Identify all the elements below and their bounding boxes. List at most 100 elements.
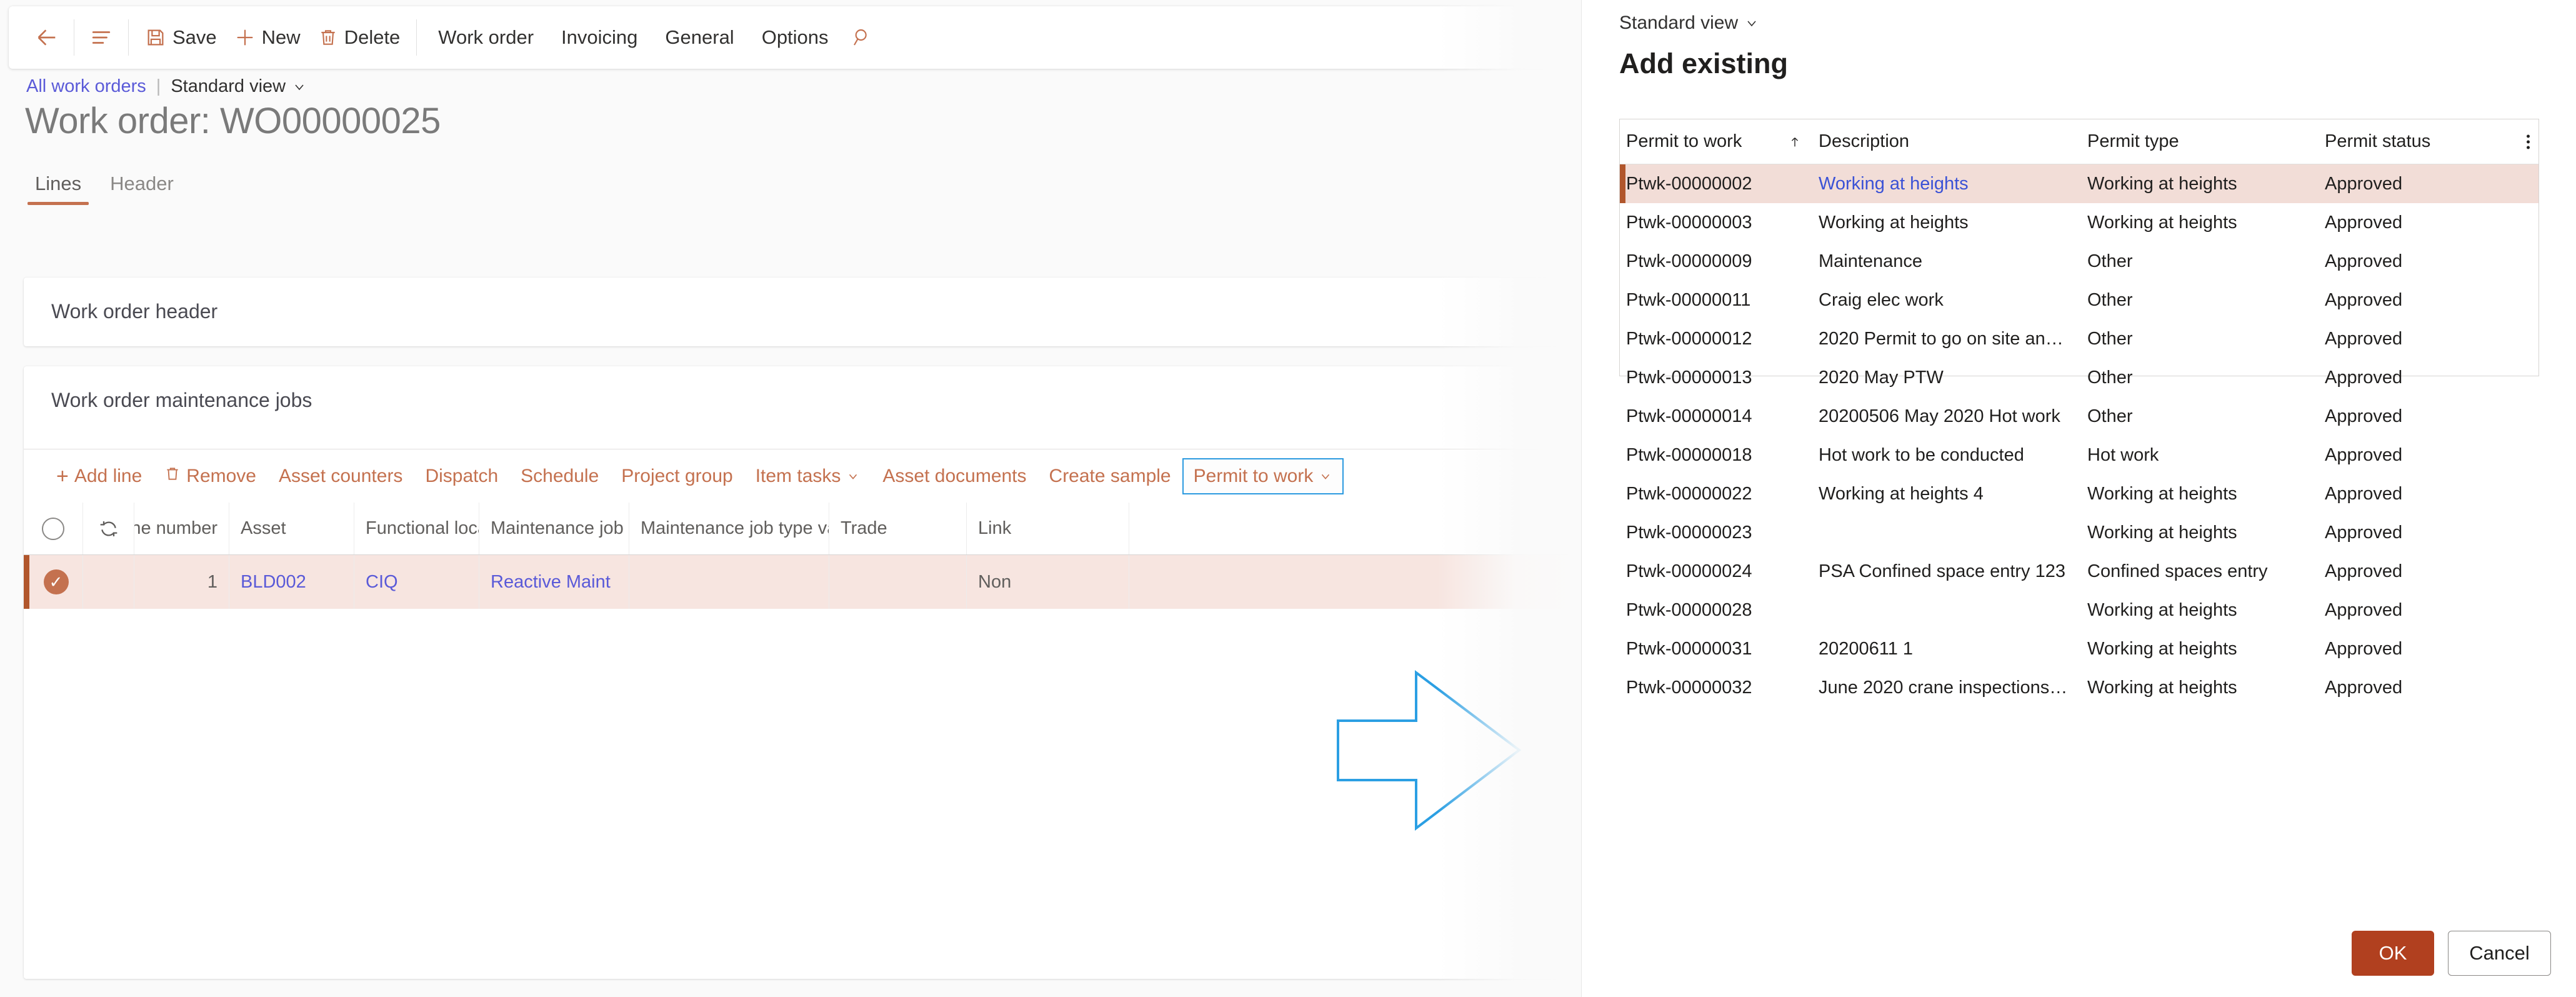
row-selection-marker bbox=[24, 555, 29, 609]
view-selector[interactable]: Standard view bbox=[171, 76, 307, 97]
project-group-button[interactable]: Project group bbox=[610, 458, 744, 494]
tab-header[interactable]: Header bbox=[100, 168, 184, 206]
table-row[interactable]: Ptwk-00000012 2020 Permit to go on site … bbox=[1620, 319, 2539, 358]
col-link[interactable]: Link bbox=[967, 503, 1129, 554]
col-permit-to-work[interactable]: Permit to work bbox=[1620, 131, 1776, 152]
lines-data-grid: Line number Asset Functional location Ma… bbox=[24, 503, 1581, 609]
show-navigation-button[interactable] bbox=[82, 18, 121, 57]
table-row[interactable]: Ptwk-00000018 Hot work to be conducted H… bbox=[1620, 436, 2539, 474]
search-icon bbox=[852, 28, 872, 48]
asset-documents-button[interactable]: Asset documents bbox=[871, 458, 1037, 494]
table-row[interactable]: Ptwk-00000009 Maintenance Other Approved bbox=[1620, 242, 2539, 281]
cancel-button[interactable]: Cancel bbox=[2448, 931, 2551, 976]
table-row[interactable]: Ptwk-00000014 20200506 May 2020 Hot work… bbox=[1620, 397, 2539, 436]
sort-ascending-icon[interactable] bbox=[1776, 134, 1814, 150]
menu-options[interactable]: Options bbox=[748, 18, 842, 57]
cell-asset[interactable]: BLD002 bbox=[229, 555, 354, 609]
cell-permit-to-work: Ptwk-00000003 bbox=[1626, 212, 1752, 233]
table-row[interactable]: Ptwk-00000013 2020 May PTW Other Approve… bbox=[1620, 358, 2539, 397]
table-row[interactable]: Ptwk-00000022 Working at heights 4 Worki… bbox=[1620, 474, 2539, 513]
table-row[interactable]: ✓ 1 BLD002 CIQ Reactive Maint Non bbox=[24, 555, 1581, 609]
add-line-button[interactable]: + Add line bbox=[45, 458, 153, 494]
cell-permit-type: Other bbox=[2087, 328, 2133, 349]
col-maintenance-job-type-variant[interactable]: Maintenance job type variant bbox=[629, 503, 829, 554]
cell-description: 2020 Permit to go on site an… bbox=[1819, 328, 2064, 349]
cell-permit-to-work: Ptwk-00000012 bbox=[1626, 328, 1752, 349]
permit-to-work-button[interactable]: Permit to work bbox=[1182, 458, 1344, 494]
ok-button[interactable]: OK bbox=[2352, 931, 2434, 976]
grid-toolbar: + Add line Remove Asset counters Dispatc… bbox=[24, 449, 1581, 503]
refresh-cell[interactable] bbox=[83, 503, 134, 554]
col-permit-type[interactable]: Permit type bbox=[2082, 131, 2320, 152]
table-row[interactable]: Ptwk-00000003 Working at heights Working… bbox=[1620, 203, 2539, 242]
dialog-view-selector[interactable]: Standard view bbox=[1619, 13, 1759, 34]
remove-button[interactable]: Remove bbox=[153, 458, 267, 494]
table-row[interactable]: Ptwk-00000011 Craig elec work Other Appr… bbox=[1620, 281, 2539, 319]
col-maintenance-job-type[interactable]: Maintenance job type bbox=[479, 503, 629, 554]
menu-work-order-label: Work order bbox=[438, 26, 534, 48]
row-selection-marker bbox=[1620, 164, 1625, 203]
col-asset[interactable]: Asset bbox=[229, 503, 354, 554]
save-button[interactable]: Save bbox=[136, 18, 226, 57]
cell-permit-type: Working at heights bbox=[2087, 677, 2237, 698]
menu-general[interactable]: General bbox=[651, 18, 747, 57]
cell-description: Craig elec work bbox=[1819, 289, 1944, 310]
dispatch-button[interactable]: Dispatch bbox=[414, 458, 509, 494]
col-description[interactable]: Description bbox=[1814, 131, 2082, 152]
cell-permit-type: Working at heights bbox=[2087, 212, 2237, 233]
table-row[interactable]: Ptwk-00000024 PSA Confined space entry 1… bbox=[1620, 552, 2539, 591]
menu-invoicing-label: Invoicing bbox=[561, 26, 638, 48]
delete-button[interactable]: Delete bbox=[309, 18, 409, 57]
cell-permit-to-work: Ptwk-00000024 bbox=[1626, 561, 1752, 581]
table-row[interactable]: Ptwk-00000028 Working at heights Approve… bbox=[1620, 591, 2539, 629]
table-row[interactable]: Ptwk-00000023 Working at heights Approve… bbox=[1620, 513, 2539, 552]
work-order-jobs-title: Work order maintenance jobs bbox=[51, 389, 312, 411]
col-permit-status[interactable]: Permit status bbox=[2320, 131, 2507, 152]
item-tasks-button[interactable]: Item tasks bbox=[744, 458, 872, 494]
row-selection-marker bbox=[1620, 436, 1625, 474]
menu-invoicing[interactable]: Invoicing bbox=[547, 18, 651, 57]
cell-permit-to-work: Ptwk-00000031 bbox=[1626, 638, 1752, 659]
table-row[interactable]: Ptwk-00000002 Working at heights Working… bbox=[1620, 164, 2539, 203]
cell-permit-status: Approved bbox=[2325, 677, 2403, 698]
cell-permit-type: Other bbox=[2087, 406, 2133, 426]
schedule-button[interactable]: Schedule bbox=[509, 458, 610, 494]
dialog-footer: OK Cancel bbox=[2352, 931, 2551, 976]
breadcrumb: All work orders | Standard view bbox=[26, 76, 307, 97]
cell-permit-type: Other bbox=[2087, 251, 2133, 271]
breadcrumb-all-work-orders[interactable]: All work orders bbox=[26, 76, 146, 97]
search-button[interactable] bbox=[842, 18, 881, 57]
main-app-area: Save New Delete Work order Invoicing Gen… bbox=[0, 0, 1581, 997]
table-row[interactable]: Ptwk-00000032 June 2020 crane inspection… bbox=[1620, 668, 2539, 707]
add-existing-dialog: Standard view Add existing Permit to wor… bbox=[1581, 0, 2576, 997]
tab-lines[interactable]: Lines bbox=[25, 168, 91, 206]
row-selection-marker bbox=[1620, 358, 1625, 397]
more-options-icon[interactable] bbox=[2527, 134, 2530, 149]
asset-counters-button[interactable]: Asset counters bbox=[267, 458, 414, 494]
menu-work-order[interactable]: Work order bbox=[424, 18, 547, 57]
create-sample-button[interactable]: Create sample bbox=[1038, 458, 1182, 494]
cell-description: 20200611 1 bbox=[1819, 638, 1914, 659]
cell-permit-status: Approved bbox=[2325, 289, 2403, 310]
back-button[interactable] bbox=[27, 18, 66, 57]
cell-description: June 2020 crane inspections… bbox=[1819, 677, 2068, 698]
cell-permit-to-work: Ptwk-00000032 bbox=[1626, 677, 1752, 698]
cell-description: Hot work to be conducted bbox=[1819, 444, 2024, 465]
row-check-cell[interactable]: ✓ bbox=[29, 555, 83, 609]
col-functional-location[interactable]: Functional location bbox=[354, 503, 479, 554]
back-arrow-icon bbox=[34, 25, 59, 50]
col-trade[interactable]: Trade bbox=[829, 503, 967, 554]
project-group-label: Project group bbox=[621, 465, 733, 486]
cell-description: Maintenance bbox=[1819, 251, 1923, 271]
toolbar-divider-3 bbox=[416, 19, 417, 56]
cell-description: Working at heights 4 bbox=[1819, 483, 1984, 504]
col-line-number[interactable]: Line number bbox=[134, 503, 229, 554]
row-refresh-cell bbox=[83, 555, 134, 609]
cell-permit-to-work: Ptwk-00000014 bbox=[1626, 406, 1752, 426]
new-button[interactable]: New bbox=[226, 18, 309, 57]
row-selection-marker bbox=[1620, 397, 1625, 436]
cell-functional-location[interactable]: CIQ bbox=[354, 555, 479, 609]
cell-maintenance-job-type[interactable]: Reactive Maint bbox=[479, 555, 629, 609]
select-all-cell[interactable] bbox=[24, 503, 83, 554]
table-row[interactable]: Ptwk-00000031 20200611 1 Working at heig… bbox=[1620, 629, 2539, 668]
